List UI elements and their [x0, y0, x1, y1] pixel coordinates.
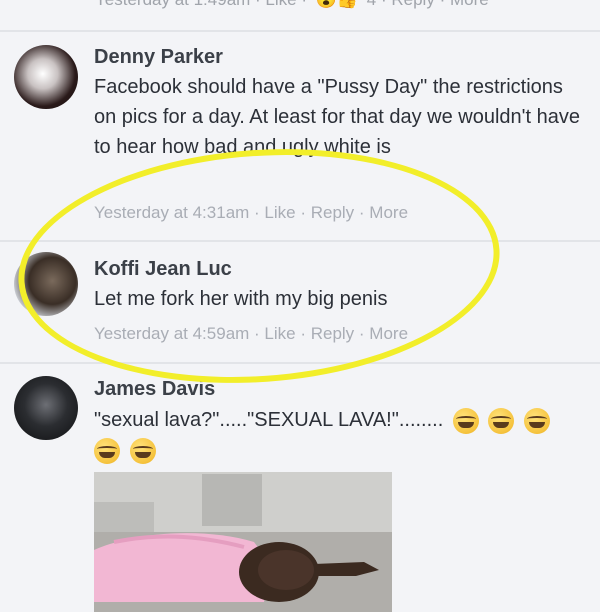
comment-author[interactable]: James Davis — [94, 378, 215, 401]
comment-text: Facebook should have a "Pussy Day" the r… — [94, 76, 580, 158]
reaction-count: 4 — [367, 0, 376, 9]
divider — [0, 362, 600, 364]
avatar[interactable] — [14, 376, 78, 440]
like-link[interactable]: Like — [265, 0, 296, 9]
reaction-icons[interactable]: 😮👍 — [316, 0, 358, 10]
more-link[interactable]: More — [450, 0, 489, 9]
highlight-circle — [10, 133, 508, 399]
laughing-emoji-icon — [523, 407, 550, 434]
comment-image[interactable] — [94, 472, 392, 612]
comment-time: Yesterday at 1:49am — [95, 0, 250, 9]
comment-text: "sexual lava?"....."SEXUAL LAVA!".......… — [94, 405, 564, 465]
comment-meta: Yesterday at 4:31am · Like · Reply · Mor… — [94, 203, 409, 222]
comment-meta: Yesterday at 4:59am · Like · Reply · Mor… — [94, 324, 409, 343]
comment-author[interactable]: Denny Parker — [94, 46, 223, 69]
comment-text-body: "sexual lava?"....."SEXUAL LAVA!".......… — [94, 409, 444, 431]
reply-link[interactable]: Reply — [391, 0, 434, 9]
previous-comment-meta: Yesterday at 1:49am · Like · 😮👍 4 · Repl… — [95, 0, 489, 12]
comment-text: Let me fork her with my big penis — [94, 288, 388, 310]
laughing-emoji-icon — [129, 437, 156, 464]
reply-link[interactable]: Reply — [311, 203, 354, 222]
comment-time[interactable]: Yesterday at 4:31am — [94, 203, 249, 222]
reply-link[interactable]: Reply — [311, 324, 354, 343]
like-link[interactable]: Like — [264, 203, 295, 222]
like-link[interactable]: Like — [264, 324, 295, 343]
laughing-emoji-icon — [488, 407, 515, 434]
comment-time[interactable]: Yesterday at 4:59am — [94, 324, 249, 343]
comment-author[interactable]: Koffi Jean Luc — [94, 258, 232, 281]
divider — [0, 30, 600, 32]
more-link[interactable]: More — [369, 203, 408, 222]
laughing-emoji-icon — [94, 437, 120, 464]
laughing-emoji-icon — [452, 407, 479, 434]
avatar[interactable] — [14, 252, 78, 316]
divider — [0, 240, 600, 242]
meme-photo — [94, 472, 392, 612]
avatar[interactable] — [14, 45, 78, 109]
more-link[interactable]: More — [369, 324, 408, 343]
